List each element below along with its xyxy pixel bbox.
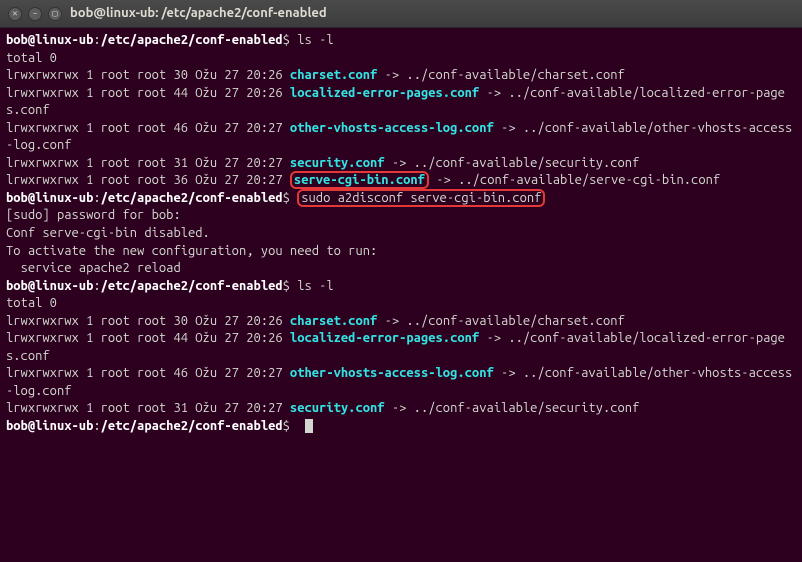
titlebar: ✕ – ▢ bob@linux-ub: /etc/apache2/conf-en… (0, 0, 802, 28)
ls-entry: lrwxrwxrwx 1 root root 31 Ožu 27 20:27 s… (6, 400, 796, 418)
window-title: bob@linux-ub: /etc/apache2/conf-enabled (70, 5, 327, 23)
file-perms: lrwxrwxrwx 1 root root 36 Ožu 27 20:27 (6, 173, 290, 187)
symlink-name: charset.conf (290, 314, 377, 328)
total-line: total 0 (6, 295, 796, 313)
symlink-name: localized-error-pages.conf (290, 86, 479, 100)
file-perms: lrwxrwxrwx 1 root root 46 Ožu 27 20:27 (6, 366, 290, 380)
symlink-target: -> ../conf-available/charset.conf (377, 314, 625, 328)
file-perms: lrwxrwxrwx 1 root root 31 Ožu 27 20:27 (6, 156, 290, 170)
terminal-output[interactable]: bob@linux-ub:/etc/apache2/conf-enabled$ … (0, 28, 802, 440)
symlink-name: serve-cgi-bin.conf (294, 173, 425, 187)
output-line: service apache2 reload (6, 260, 796, 278)
prompt-user: bob@linux-ub (6, 419, 93, 433)
symlink-target: -> ../conf-available/security.conf (385, 401, 640, 415)
prompt-user: bob@linux-ub (6, 279, 93, 293)
ls-entry: lrwxrwxrwx 1 root root 44 Ožu 27 20:26 l… (6, 330, 796, 365)
prompt-line: bob@linux-ub:/etc/apache2/conf-enabled$ (6, 418, 796, 436)
ls-entry: lrwxrwxrwx 1 root root 30 Ožu 27 20:26 c… (6, 313, 796, 331)
ls-entry: lrwxrwxrwx 1 root root 31 Ožu 27 20:27 s… (6, 155, 796, 173)
symlink-name: other-vhosts-access-log.conf (290, 121, 494, 135)
prompt-line: bob@linux-ub:/etc/apache2/conf-enabled$ … (6, 278, 796, 296)
ls-entry: lrwxrwxrwx 1 root root 46 Ožu 27 20:27 o… (6, 120, 796, 155)
window-controls: ✕ – ▢ (8, 7, 62, 21)
symlink-name: security.conf (290, 156, 385, 170)
symlink-target: -> ../conf-available/security.conf (385, 156, 640, 170)
output-line: Conf serve-cgi-bin disabled. (6, 225, 796, 243)
prompt-line: bob@linux-ub:/etc/apache2/conf-enabled$ … (6, 32, 796, 50)
cursor (305, 419, 313, 433)
file-perms: lrwxrwxrwx 1 root root 44 Ožu 27 20:26 (6, 86, 290, 100)
symlink-name: security.conf (290, 401, 385, 415)
file-perms: lrwxrwxrwx 1 root root 44 Ožu 27 20:26 (6, 331, 290, 345)
prompt-line: bob@linux-ub:/etc/apache2/conf-enabled$ … (6, 190, 796, 208)
file-perms: lrwxrwxrwx 1 root root 30 Ožu 27 20:26 (6, 68, 290, 82)
prompt-user: bob@linux-ub (6, 33, 93, 47)
close-icon[interactable]: ✕ (8, 7, 22, 21)
symlink-name: other-vhosts-access-log.conf (290, 366, 494, 380)
maximize-icon[interactable]: ▢ (48, 7, 62, 21)
symlink-name: localized-error-pages.conf (290, 331, 479, 345)
file-perms: lrwxrwxrwx 1 root root 30 Ožu 27 20:26 (6, 314, 290, 328)
prompt-user: bob@linux-ub (6, 191, 93, 205)
highlighted-file: serve-cgi-bin.conf (290, 171, 429, 189)
highlighted-command: sudo a2disconf serve-cgi-bin.conf (297, 189, 545, 207)
sudo-password-prompt: [sudo] password for bob: (6, 207, 796, 225)
prompt-path: /etc/apache2/conf-enabled (101, 191, 283, 205)
total-line: total 0 (6, 50, 796, 68)
prompt-path: /etc/apache2/conf-enabled (101, 419, 283, 433)
file-perms: lrwxrwxrwx 1 root root 31 Ožu 27 20:27 (6, 401, 290, 415)
prompt-path: /etc/apache2/conf-enabled (101, 279, 283, 293)
symlink-target: -> ../conf-available/serve-cgi-bin.conf (429, 173, 720, 187)
ls-entry: lrwxrwxrwx 1 root root 46 Ožu 27 20:27 o… (6, 365, 796, 400)
output-line: To activate the new configuration, you n… (6, 243, 796, 261)
ls-entry: lrwxrwxrwx 1 root root 36 Ožu 27 20:27 s… (6, 172, 796, 190)
ls-entry: lrwxrwxrwx 1 root root 30 Ožu 27 20:26 c… (6, 67, 796, 85)
ls-entry: lrwxrwxrwx 1 root root 44 Ožu 27 20:26 l… (6, 85, 796, 120)
minimize-icon[interactable]: – (28, 7, 42, 21)
prompt-path: /etc/apache2/conf-enabled (101, 33, 283, 47)
symlink-name: charset.conf (290, 68, 377, 82)
file-perms: lrwxrwxrwx 1 root root 46 Ožu 27 20:27 (6, 121, 290, 135)
symlink-target: -> ../conf-available/charset.conf (377, 68, 625, 82)
